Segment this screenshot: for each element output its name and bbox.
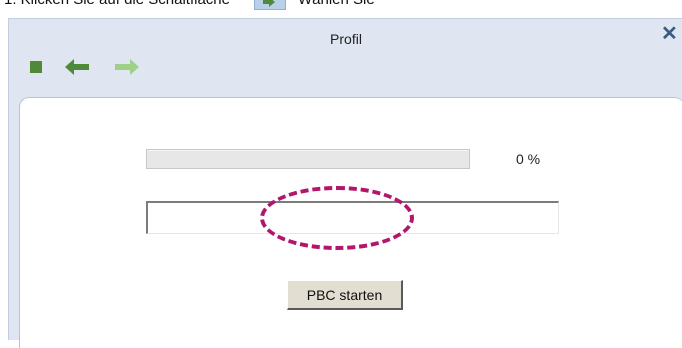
stop-icon[interactable] bbox=[30, 61, 42, 73]
caption-text: 1. Klicken Sie auf die Schaltfläche bbox=[4, 0, 230, 8]
back-arrow-icon[interactable] bbox=[65, 59, 89, 80]
pbc-start-button[interactable]: PBC starten bbox=[287, 280, 403, 310]
dialog-title: Profil bbox=[330, 31, 362, 47]
forward-arrow-icon[interactable] bbox=[115, 59, 139, 80]
progress-bar bbox=[146, 149, 470, 169]
progress-percent: 0 % bbox=[516, 151, 541, 167]
instruction-caption: 1. Klicken Sie auf die Schaltfläche Wähl… bbox=[0, 0, 682, 20]
wps-panel: 0 % PBC starten bbox=[19, 97, 682, 348]
caption-forward-icon bbox=[254, 0, 286, 10]
profile-dialog: Profil ✕ 0 % PBC starten bbox=[8, 18, 682, 348]
status-field bbox=[146, 201, 559, 234]
caption-text-continued: Wählen Sie bbox=[298, 0, 375, 8]
close-icon[interactable]: ✕ bbox=[661, 22, 678, 46]
